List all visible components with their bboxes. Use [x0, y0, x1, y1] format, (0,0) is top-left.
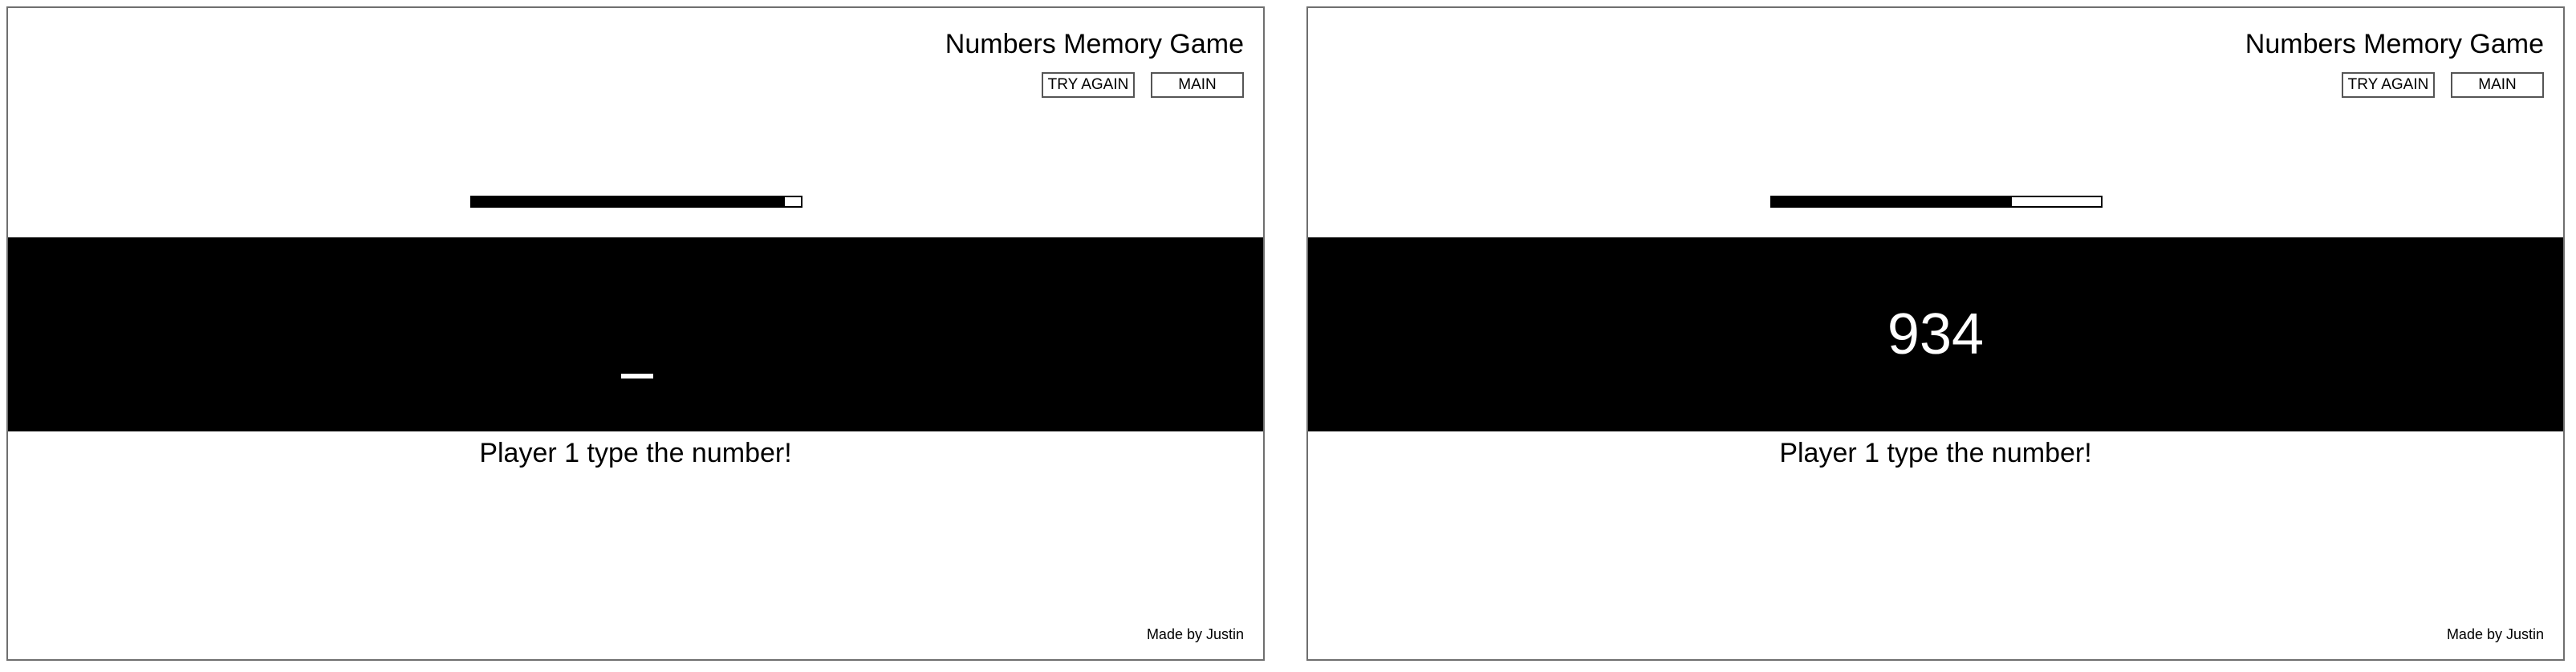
- game-title: Numbers Memory Game: [2245, 29, 2544, 59]
- main-button[interactable]: MAIN: [2451, 72, 2544, 98]
- try-again-button[interactable]: TRY AGAIN: [1042, 72, 1135, 98]
- timer-bar: [1770, 196, 2103, 208]
- footer-credit: Made by Justin: [2446, 626, 2544, 642]
- game-screen-display: Numbers Memory Game TRY AGAIN MAIN 934 P…: [1306, 6, 2565, 661]
- prompt-text: Player 1 type the number!: [1779, 438, 2092, 468]
- number-display: 934: [1887, 302, 1985, 366]
- prompt-text: Player 1 type the number!: [479, 438, 792, 468]
- game-title: Numbers Memory Game: [945, 29, 1244, 59]
- footer-credit: Made by Justin: [1146, 626, 1244, 642]
- timer-bar: [470, 196, 802, 208]
- main-button[interactable]: MAIN: [1151, 72, 1244, 98]
- input-cursor: [621, 374, 653, 379]
- number-band: 934: [1308, 237, 2563, 431]
- timer-fill: [1772, 197, 2013, 206]
- try-again-button[interactable]: TRY AGAIN: [2342, 72, 2435, 98]
- timer-fill: [472, 197, 785, 206]
- game-screen-input: Numbers Memory Game TRY AGAIN MAIN Playe…: [6, 6, 1265, 661]
- number-band[interactable]: [8, 237, 1263, 431]
